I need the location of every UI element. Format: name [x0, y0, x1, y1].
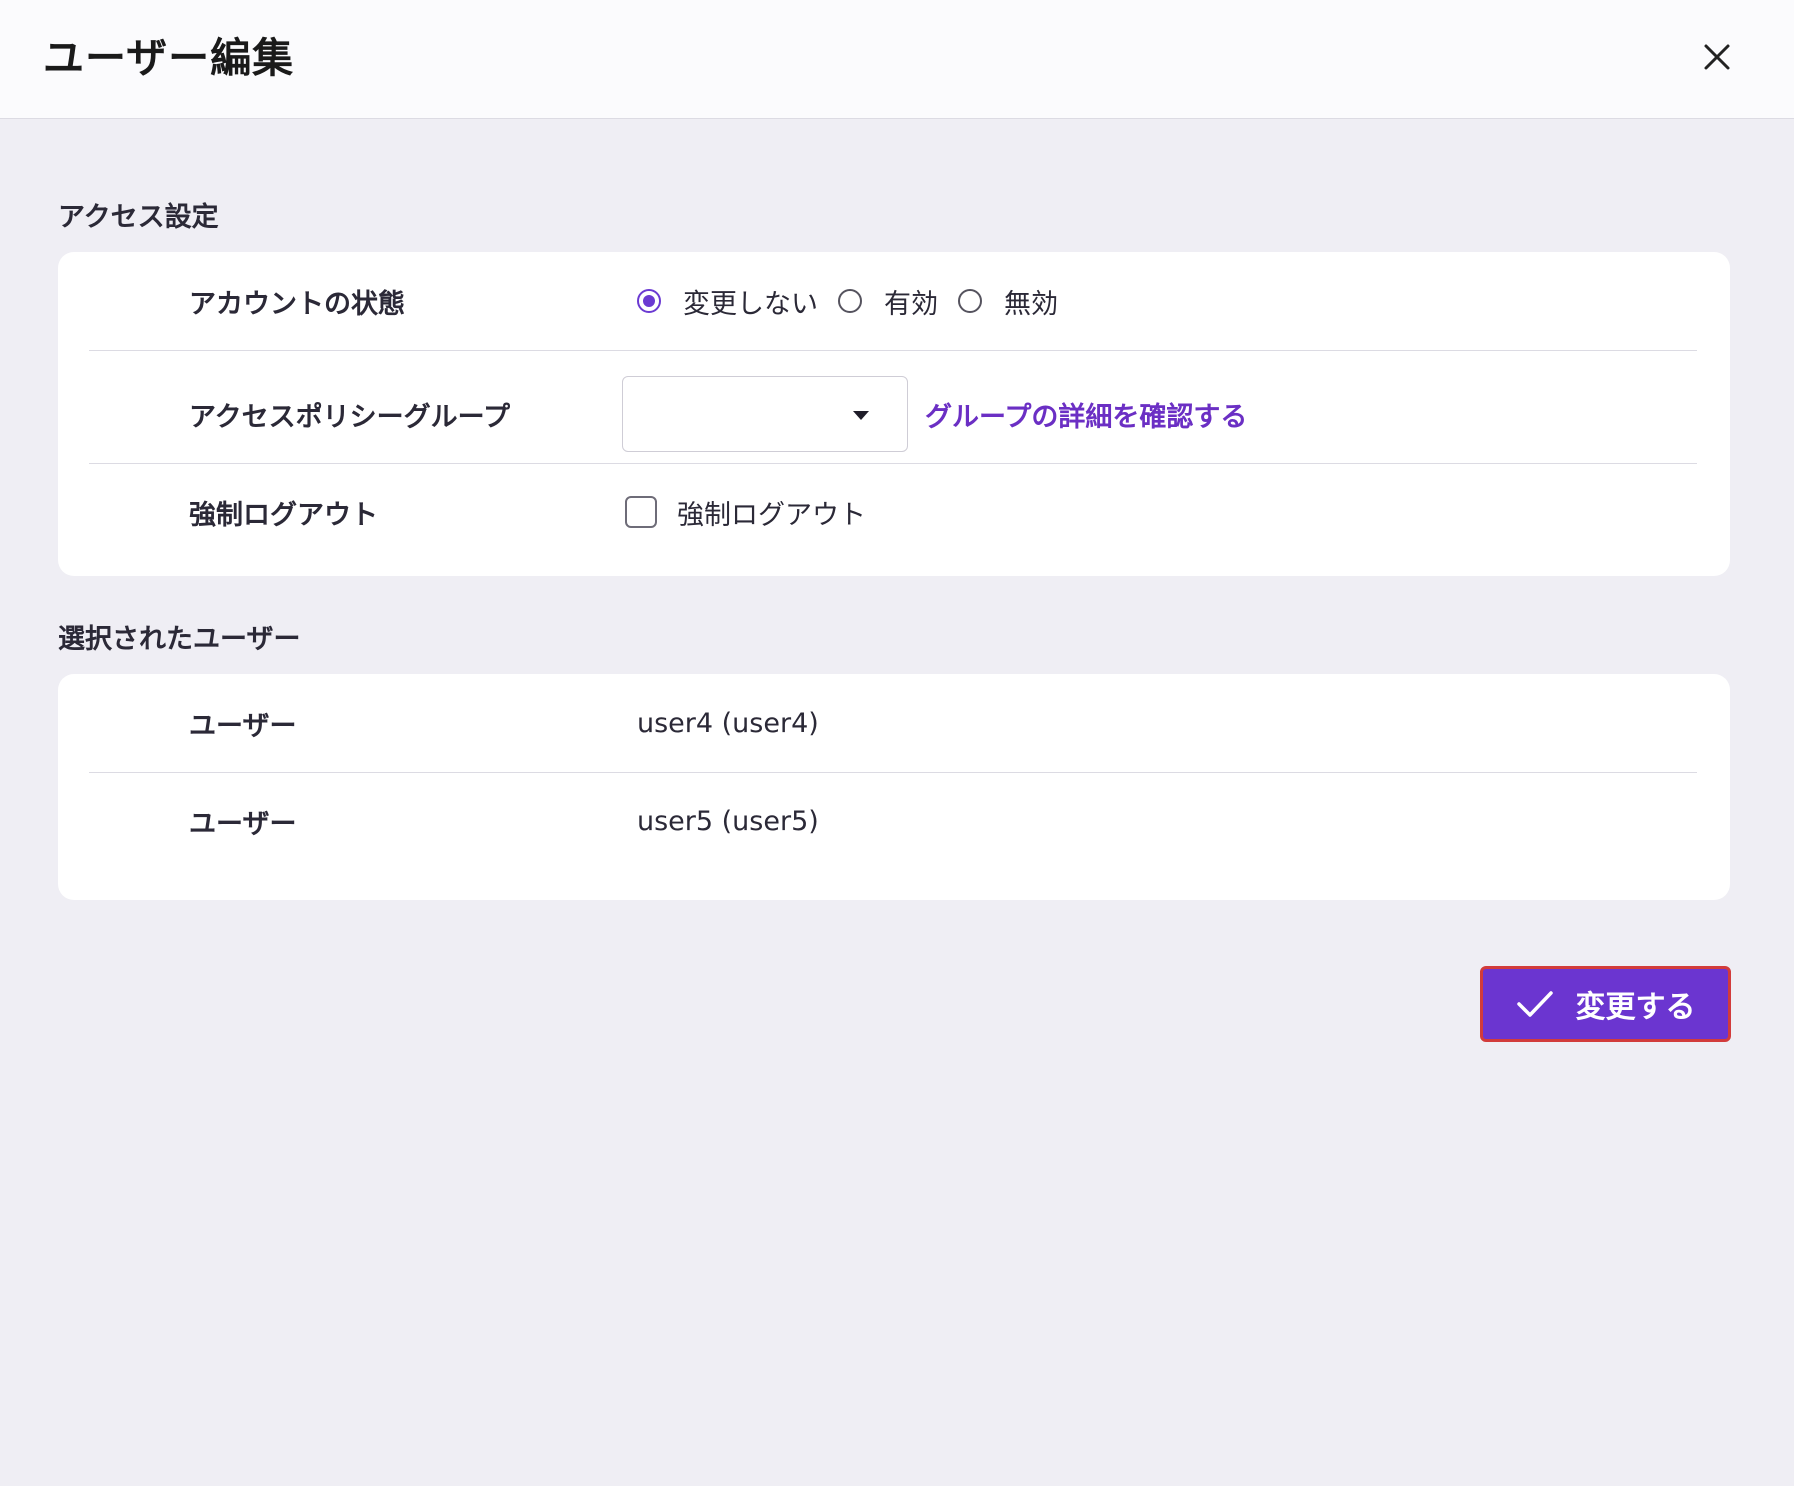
- dialog-title: ユーザー編集: [43, 34, 295, 82]
- account-status-field: 変更しない 有効 無効: [637, 252, 1078, 350]
- close-button[interactable]: [1692, 32, 1742, 82]
- account-status-label: アカウントの状態: [189, 288, 405, 320]
- force-logout-checkbox-label[interactable]: 強制ログアウト: [677, 493, 866, 532]
- dialog-header: ユーザー編集: [0, 0, 1794, 119]
- access-settings-heading: アクセス設定: [58, 202, 219, 233]
- check-icon: [1516, 989, 1554, 1019]
- radio-option-no-change[interactable]: 変更しない: [637, 282, 818, 321]
- force-logout-label: 強制ログアウト: [189, 499, 378, 531]
- radio-option-disabled[interactable]: 無効: [958, 282, 1058, 321]
- selected-users-heading: 選択されたユーザー: [58, 624, 301, 655]
- force-logout-row: 強制ログアウト 強制ログアウト: [89, 463, 1697, 561]
- radio-label-disabled: 無効: [1004, 288, 1058, 320]
- table-row: ユーザー user4 (user4): [89, 674, 1697, 773]
- user-row-value: user4 (user4): [637, 707, 819, 739]
- user-row-field: user5 (user5): [637, 772, 819, 870]
- radio-option-enabled[interactable]: 有効: [838, 282, 938, 321]
- account-status-row: アカウントの状態 変更しない 有効 無効: [89, 252, 1697, 351]
- caret-down-icon: [853, 411, 869, 420]
- submit-change-button[interactable]: 変更する: [1480, 966, 1731, 1042]
- access-settings-card: アカウントの状態 変更しない 有効 無効 アクセスポリシーグループ グループの詳…: [58, 252, 1730, 576]
- force-logout-field: 強制ログアウト: [625, 463, 866, 561]
- submit-change-label: 変更する: [1575, 990, 1696, 1025]
- access-policy-group-label: アクセスポリシーグループ: [189, 401, 511, 433]
- access-policy-group-select[interactable]: [622, 376, 908, 452]
- radio-label-no-change: 変更しない: [683, 288, 818, 320]
- radio-disabled[interactable]: [958, 289, 982, 313]
- table-row: ユーザー user5 (user5): [89, 772, 1697, 870]
- selected-users-card: ユーザー user4 (user4) ユーザー user5 (user5): [58, 674, 1730, 900]
- user-row-label: ユーザー: [189, 710, 297, 742]
- close-icon: [1704, 44, 1730, 70]
- radio-no-change[interactable]: [637, 289, 661, 313]
- radio-enabled[interactable]: [838, 289, 862, 313]
- access-policy-group-row: アクセスポリシーグループ グループの詳細を確認する: [89, 365, 1697, 464]
- group-details-link[interactable]: グループの詳細を確認する: [925, 395, 1247, 434]
- force-logout-checkbox[interactable]: [625, 496, 657, 528]
- access-policy-group-field: グループの詳細を確認する: [622, 365, 1247, 463]
- account-status-radio-group: 変更しない 有効 無効: [637, 282, 1078, 321]
- user-row-label: ユーザー: [189, 808, 297, 840]
- radio-label-enabled: 有効: [884, 288, 938, 320]
- user-row-field: user4 (user4): [637, 674, 819, 772]
- user-row-value: user5 (user5): [637, 805, 819, 837]
